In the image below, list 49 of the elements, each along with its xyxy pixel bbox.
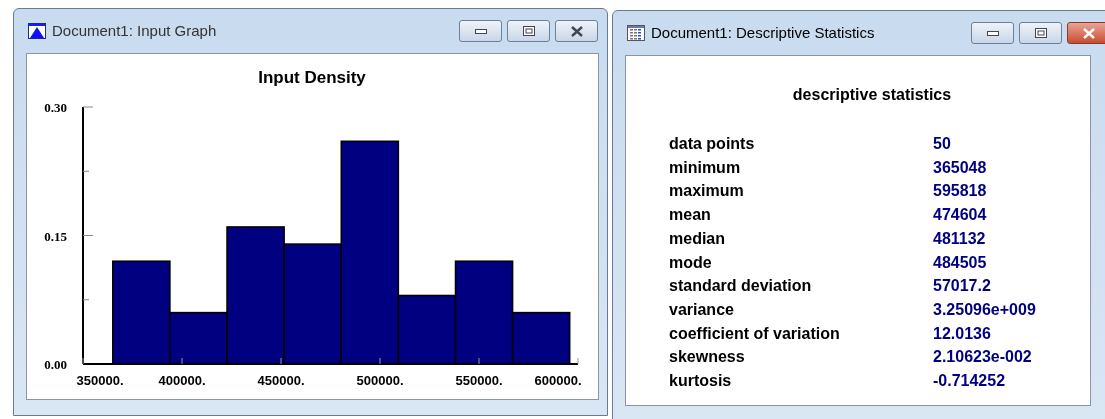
maximize-icon — [522, 26, 535, 36]
x-tick-label: 600000. — [534, 373, 582, 388]
x-tick-label: 400000. — [158, 373, 206, 388]
y-tick-label: 0.15 — [44, 228, 67, 244]
stat-label: kurtosis — [669, 371, 733, 392]
x-tick-label: 450000. — [257, 373, 305, 388]
minimize-button[interactable] — [971, 22, 1014, 44]
stat-label: minimum — [669, 157, 742, 178]
stat-label: variance — [669, 299, 735, 320]
stat-label: skewness — [669, 347, 746, 368]
stat-value: 2.10623e-002 — [933, 347, 1033, 368]
stat-value: 57017.2 — [933, 276, 992, 297]
stat-label: standard deviation — [669, 276, 813, 297]
graph-icon — [28, 23, 46, 39]
stat-value: 481132 — [933, 228, 987, 249]
maximize-icon — [1034, 28, 1047, 38]
x-tick-label: 550000. — [455, 373, 503, 388]
stat-value: 474604 — [933, 205, 988, 226]
y-tick-label: 0.30 — [44, 100, 67, 115]
minimize-icon — [474, 28, 487, 34]
stat-value: 12.0136 — [933, 323, 992, 344]
stat-label: median — [669, 228, 726, 249]
stat-label: mode — [669, 252, 713, 273]
close-icon — [569, 25, 584, 37]
stat-label: maximum — [669, 181, 745, 202]
maximize-button[interactable] — [507, 20, 550, 42]
minimize-button[interactable] — [459, 20, 502, 42]
close-button[interactable] — [1067, 22, 1105, 44]
minimize-icon — [986, 30, 999, 36]
stat-value: 595818 — [933, 181, 988, 202]
x-tick-label: 350000. — [76, 373, 124, 388]
window-title: Document1: Descriptive Statistics — [651, 22, 875, 43]
y-tick-label: 0.00 — [44, 357, 67, 372]
chart-title: Input Density — [258, 68, 366, 87]
stat-value: 3.25096e+009 — [933, 299, 1037, 320]
maximize-button[interactable] — [1019, 22, 1062, 44]
stat-value: 50 — [933, 134, 952, 154]
stat-value: 484505 — [933, 252, 988, 273]
close-icon — [1081, 27, 1096, 39]
stat-label: coefficient of variation — [669, 323, 841, 344]
stat-value: -0.714252 — [933, 371, 1007, 392]
stats-heading: descriptive statistics — [791, 85, 953, 105]
window-title: Document1: Input Graph — [52, 20, 217, 41]
stat-value: 365048 — [933, 157, 988, 178]
stat-label: data points — [669, 134, 756, 154]
close-button[interactable] — [555, 20, 598, 42]
x-tick-label: 500000. — [356, 373, 404, 388]
table-icon — [627, 25, 645, 41]
stat-label: mean — [669, 205, 712, 226]
